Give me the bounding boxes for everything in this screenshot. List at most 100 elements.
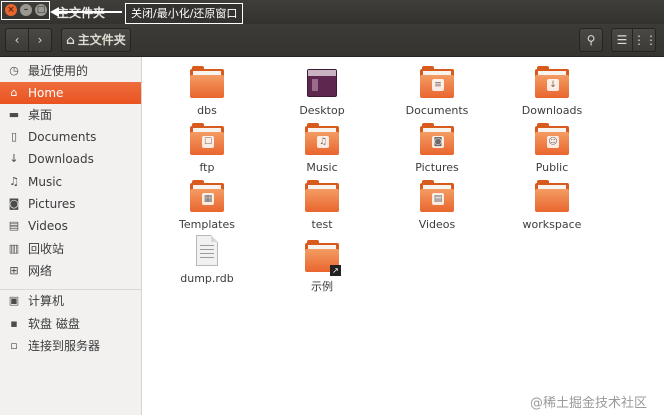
search-button[interactable]: ⚲ xyxy=(579,28,603,52)
file-item-templates[interactable]: ▦ Templates xyxy=(152,180,262,231)
folder-icon xyxy=(305,180,339,213)
server-icon: ▫ xyxy=(10,339,18,352)
file-item-desktop[interactable]: Desktop xyxy=(267,69,377,117)
file-item-dump-rdb[interactable]: dump.rdb xyxy=(152,235,262,285)
list-icon: ☰ xyxy=(616,33,628,47)
sidebar-item-label: 桌面 xyxy=(28,108,53,122)
sidebar-item-label: Videos xyxy=(28,219,68,233)
toolbar: ‹ › ⌂ 主文件夹 ⚲ ☰ ⋮⋮ xyxy=(0,24,664,57)
videos-folder-icon: ▤ xyxy=(420,180,454,213)
sidebar-item-documents[interactable]: ▯ Documents xyxy=(0,126,141,148)
file-item-workspace[interactable]: workspace xyxy=(497,180,607,231)
grid-icon: ⋮⋮ xyxy=(633,33,657,47)
sidebar: ◷ 最近使用的 ⌂ Home ▬ 桌面 ▯ Documents ↓ Downlo… xyxy=(0,57,142,415)
trash-icon: ▥ xyxy=(8,242,20,255)
search-icon: ⚲ xyxy=(586,33,596,47)
folder-icon xyxy=(190,66,224,99)
computer-icon: ▣ xyxy=(8,294,20,307)
folder-icon: ▬ xyxy=(8,108,20,121)
sidebar-item-label: 回收站 xyxy=(28,242,65,256)
public-folder-icon: ☺ xyxy=(535,123,569,156)
sidebar-item-desktop[interactable]: ▬ 桌面 xyxy=(0,104,141,126)
sidebar-item-label: 连接到服务器 xyxy=(28,339,101,353)
download-icon: ↓ xyxy=(9,152,19,165)
file-item-examples[interactable]: ↗ 示例 xyxy=(267,240,377,294)
sidebar-item-label: 软盘 磁盘 xyxy=(28,317,80,331)
file-label: Pictures xyxy=(415,161,459,174)
sidebar-item-computer[interactable]: ▣ 计算机 xyxy=(0,290,141,312)
file-label: dbs xyxy=(197,104,217,117)
file-label: dump.rdb xyxy=(180,272,234,285)
watermark: @稀土掘金技术社区 xyxy=(530,396,648,411)
sidebar-item-connect-server[interactable]: ▫ 连接到服务器 xyxy=(0,335,141,357)
document-icon: ▯ xyxy=(10,130,18,143)
sidebar-item-network[interactable]: ⊞ 网络 xyxy=(0,260,141,282)
title-bar: × – □ 主文件夹 关闭/最小化/还原窗口 xyxy=(0,0,664,24)
list-view-button[interactable]: ☰ xyxy=(611,28,633,52)
breadcrumb-home[interactable]: ⌂ 主文件夹 xyxy=(61,28,131,52)
sidebar-item-pictures[interactable]: ◙ Pictures xyxy=(0,193,141,215)
file-label: Desktop xyxy=(299,104,345,117)
annotation-arrow xyxy=(54,11,122,13)
sidebar-item-label: Downloads xyxy=(28,152,94,166)
sidebar-item-label: 最近使用的 xyxy=(28,64,89,78)
music-icon: ♫ xyxy=(9,175,19,188)
file-item-music[interactable]: ♫ Music xyxy=(267,123,377,174)
file-item-downloads[interactable]: ↓ Downloads xyxy=(497,66,607,117)
file-label: Videos xyxy=(418,218,456,231)
annotation-label: 关闭/最小化/还原窗口 xyxy=(125,3,244,24)
window-controls-highlight xyxy=(1,1,50,20)
file-item-test[interactable]: test xyxy=(267,180,377,231)
templates-folder-icon: ▦ xyxy=(190,180,224,213)
symlink-arrow-icon: ↗ xyxy=(330,265,341,276)
file-item-dbs[interactable]: dbs xyxy=(152,66,262,117)
sidebar-item-label: 网络 xyxy=(28,264,53,278)
file-item-videos[interactable]: ▤ Videos xyxy=(382,180,492,231)
file-item-ftp[interactable]: ☐ ftp xyxy=(152,123,262,174)
file-label: 示例 xyxy=(311,280,333,293)
sidebar-item-label: Documents xyxy=(28,130,97,144)
breadcrumb-label: 主文件夹 xyxy=(77,33,126,47)
file-label: Public xyxy=(535,161,569,174)
sidebar-item-videos[interactable]: ▤ Videos xyxy=(0,215,141,237)
file-label: Music xyxy=(306,161,338,174)
file-grid: dbs Desktop ≡ Documents ↓ Downloads ☐ ft… xyxy=(142,57,664,415)
forward-button[interactable]: › xyxy=(28,28,52,52)
sidebar-item-label: Music xyxy=(28,175,63,189)
back-button[interactable]: ‹ xyxy=(5,28,29,52)
pictures-folder-icon: ◙ xyxy=(420,123,454,156)
sidebar-item-label: Pictures xyxy=(28,197,76,211)
file-manager-window: × – □ 主文件夹 关闭/最小化/还原窗口 ‹ › ⌂ 主文件夹 ⚲ ☰ ⋮⋮ … xyxy=(0,0,664,415)
sidebar-item-downloads[interactable]: ↓ Downloads xyxy=(0,148,141,170)
annotation-arrow-head xyxy=(50,7,59,17)
sidebar-item-label: Home xyxy=(28,86,64,100)
floppy-icon: ▪ xyxy=(10,317,18,330)
sidebar-item-home[interactable]: ⌂ Home xyxy=(0,82,141,104)
view-menu-button[interactable]: ⋮⋮ xyxy=(632,28,657,52)
file-label: Documents xyxy=(405,104,469,117)
folder-link-icon: ↗ xyxy=(305,240,341,276)
file-item-public[interactable]: ☺ Public xyxy=(497,123,607,174)
sidebar-item-recent[interactable]: ◷ 最近使用的 xyxy=(0,60,141,82)
sidebar-item-music[interactable]: ♫ Music xyxy=(0,171,141,193)
file-label: test xyxy=(311,218,333,231)
file-label: Downloads xyxy=(521,104,583,117)
file-label: workspace xyxy=(522,218,582,231)
sidebar-item-label: 计算机 xyxy=(28,294,65,308)
downloads-folder-icon: ↓ xyxy=(535,66,569,99)
film-icon: ▤ xyxy=(8,219,20,232)
music-folder-icon: ♫ xyxy=(305,123,339,156)
network-icon: ⊞ xyxy=(9,264,19,277)
file-label: Templates xyxy=(179,218,235,231)
sidebar-item-floppy[interactable]: ▪ 软盘 磁盘 xyxy=(0,313,141,335)
home-icon: ⌂ xyxy=(10,86,18,99)
camera-icon: ◙ xyxy=(8,197,20,210)
home-icon: ⌂ xyxy=(66,33,75,47)
file-item-pictures[interactable]: ◙ Pictures xyxy=(382,123,492,174)
ftp-folder-icon: ☐ xyxy=(190,123,224,156)
clock-icon: ◷ xyxy=(9,64,19,77)
desktop-icon xyxy=(305,69,339,99)
sidebar-item-trash[interactable]: ▥ 回收站 xyxy=(0,238,141,260)
file-item-documents[interactable]: ≡ Documents xyxy=(382,66,492,117)
folder-icon xyxy=(535,180,569,213)
